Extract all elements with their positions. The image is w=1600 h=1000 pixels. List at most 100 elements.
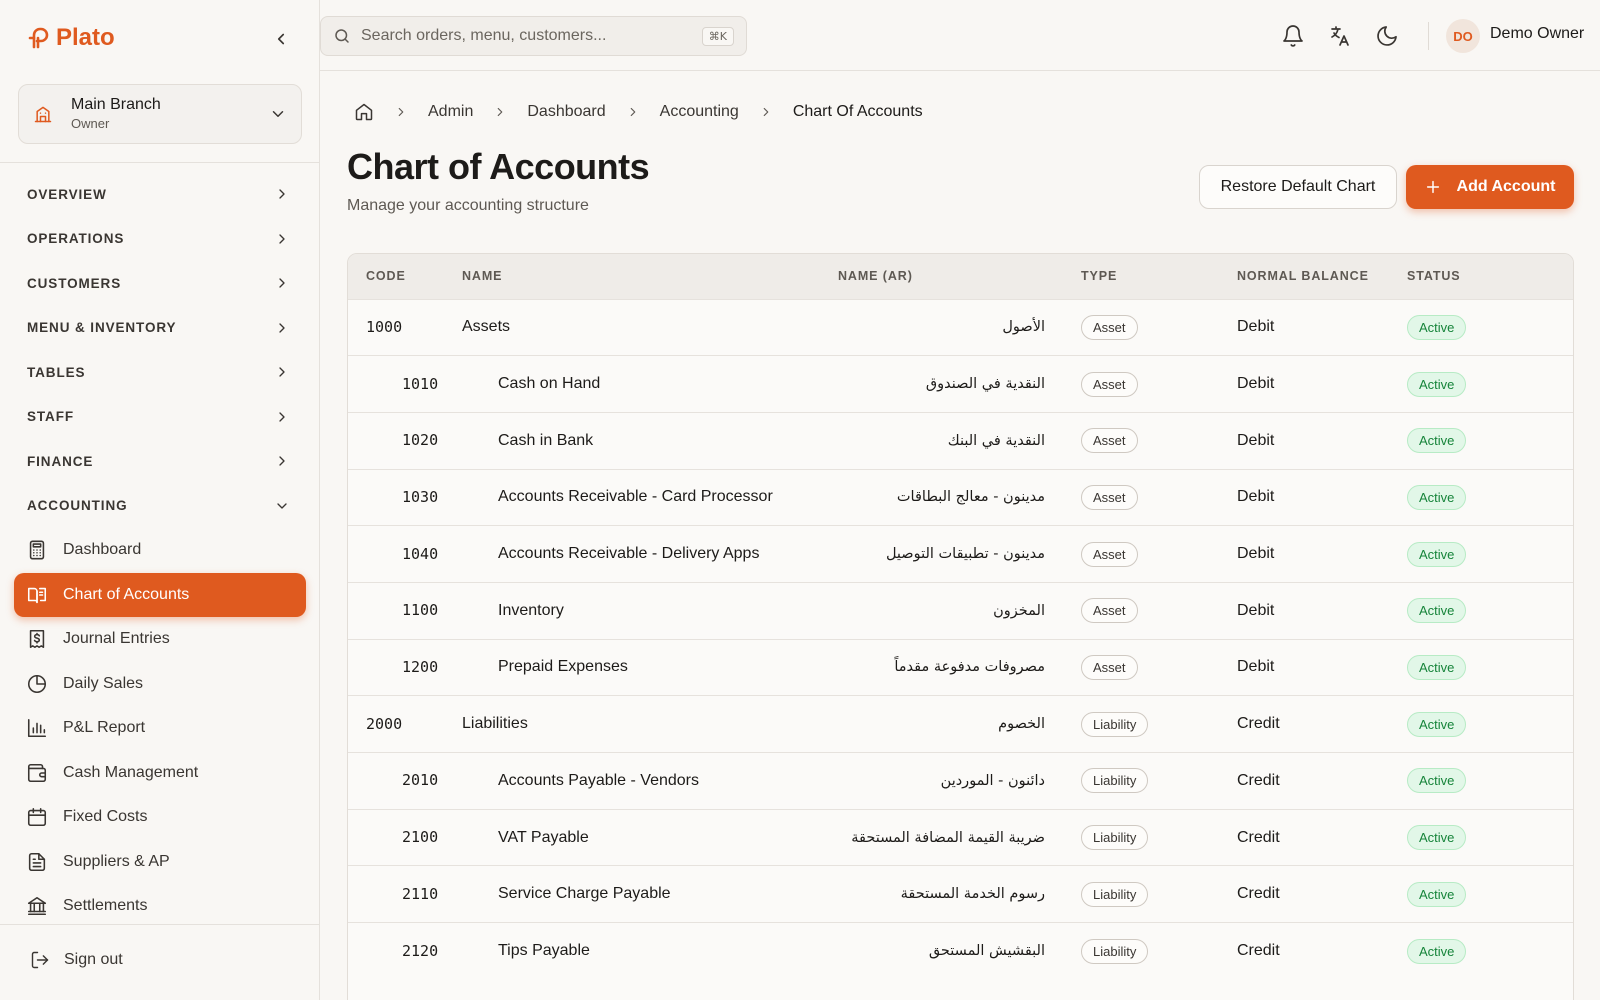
home-icon[interactable]	[354, 102, 374, 122]
nav-group-overview[interactable]: OVERVIEW	[0, 172, 320, 217]
nav-group-label: FINANCE	[27, 453, 94, 469]
nav-group-operations[interactable]: OPERATIONS	[0, 217, 320, 262]
nav-group-label: OPERATIONS	[27, 231, 125, 247]
search-bar[interactable]: ⌘K	[320, 16, 747, 56]
sign-out-label: Sign out	[64, 951, 123, 968]
table-row[interactable]: 2000 Liabilities الخصوم Liability Credit…	[348, 695, 1573, 753]
breadcrumb-link-dashboard[interactable]: Dashboard	[527, 103, 605, 121]
column-header-name[interactable]: NAME	[462, 254, 838, 299]
status-badge: Active	[1407, 654, 1467, 680]
normal-balance: Credit	[1237, 942, 1280, 960]
normal-balance: Debit	[1237, 658, 1275, 676]
nav-group-label: STAFF	[27, 409, 74, 425]
table-row[interactable]: 1040 Accounts Receivable - Delivery Apps…	[348, 525, 1573, 583]
pie-chart-icon	[26, 673, 48, 695]
breadcrumb-link-accounting[interactable]: Accounting	[660, 103, 739, 121]
column-header-status[interactable]: STATUS	[1407, 254, 1573, 299]
moon-icon[interactable]	[1375, 24, 1399, 48]
column-header-normal-balance[interactable]: NORMAL BALANCE	[1237, 254, 1407, 299]
bar-chart-icon	[26, 717, 48, 739]
chevron-right-icon	[279, 189, 285, 199]
sidebar-item-chart-of-accounts[interactable]: Chart of Accounts	[14, 572, 306, 617]
column-header-type[interactable]: TYPE	[1045, 254, 1237, 299]
restore-default-chart-button[interactable]: Restore Default Chart	[1199, 165, 1397, 209]
sidebar-item-settlements[interactable]: Settlements	[0, 884, 320, 929]
nav-group-staff[interactable]: STAFF	[0, 395, 320, 440]
table-row[interactable]: 1200 Prepaid Expenses مصروفات مدفوعة مقد…	[348, 639, 1573, 696]
accounts-table: CODE NAME NAME (AR) TYPE NORMAL BALANCE …	[348, 254, 1573, 979]
chevron-right-icon	[498, 107, 503, 117]
search-icon	[335, 29, 349, 43]
table-row[interactable]: 1020 Cash in Bank النقدية في البنك Asset…	[348, 412, 1573, 469]
user-name[interactable]: Demo Owner	[1490, 25, 1584, 43]
normal-balance: Debit	[1237, 431, 1275, 449]
branch-selector[interactable]: Main Branch Owner	[18, 84, 302, 144]
status-badge: Active	[1407, 598, 1467, 624]
sidebar-item-label: P&L Report	[63, 719, 146, 737]
column-header-code[interactable]: CODE	[348, 254, 462, 299]
status-badge: Active	[1407, 768, 1467, 794]
type-badge: Asset	[1081, 428, 1138, 454]
top-bar: ⌘K DO Demo Owner	[320, 0, 1600, 71]
account-code: 2120	[402, 941, 439, 960]
table-row[interactable]: 2100 VAT Payable ضريبة القيمة المضافة ال…	[348, 809, 1573, 866]
table-row[interactable]: 2010 Accounts Payable - Vendors دائنون -…	[348, 752, 1573, 810]
chevron-right-icon	[279, 367, 285, 377]
table-row[interactable]: 2110 Service Charge Payable رسوم الخدمة …	[348, 865, 1573, 923]
chevron-right-icon	[279, 278, 285, 288]
accounts-table-container: CODE NAME NAME (AR) TYPE NORMAL BALANCE …	[347, 253, 1574, 1000]
collapse-sidebar-button[interactable]	[268, 26, 294, 52]
sidebar-item-pl-report[interactable]: P&L Report	[0, 706, 320, 751]
sidebar-item-label: Chart of Accounts	[63, 585, 190, 603]
bell-icon[interactable]	[1281, 24, 1305, 48]
nav-group-menu-inventory[interactable]: MENU & INVENTORY	[0, 306, 320, 351]
sidebar-item-cash-management[interactable]: Cash Management	[0, 751, 320, 796]
chevron-right-icon	[279, 234, 285, 244]
translate-icon[interactable]	[1328, 24, 1352, 48]
type-badge: Liability	[1081, 881, 1149, 907]
nav-group-finance[interactable]: FINANCE	[0, 439, 320, 484]
sidebar-item-daily-sales[interactable]: Daily Sales	[0, 662, 320, 707]
table-row[interactable]: 2120 Tips Payable البقشيش المستحق Liabil…	[348, 922, 1573, 980]
sidebar-item-journal-entries[interactable]: Journal Entries	[0, 617, 320, 662]
search-input[interactable]	[361, 27, 702, 45]
receipt-dollar-icon	[26, 628, 48, 650]
sidebar-item-fixed-costs[interactable]: Fixed Costs	[0, 795, 320, 840]
status-badge: Active	[1407, 541, 1467, 567]
account-name: Prepaid Expenses	[498, 658, 628, 676]
account-name: Cash in Bank	[498, 431, 594, 449]
table-row[interactable]: 1000 Assets الأصول Asset Debit Active	[348, 299, 1573, 356]
normal-balance: Debit	[1237, 601, 1275, 619]
sidebar-item-dashboard[interactable]: Dashboard	[0, 528, 320, 573]
account-name: Service Charge Payable	[498, 885, 671, 903]
nav-group-label: OVERVIEW	[27, 186, 107, 202]
account-name: Tips Payable	[498, 942, 590, 960]
breadcrumb-link-admin[interactable]: Admin	[428, 103, 473, 121]
account-name-ar: النقدية في البنك	[947, 432, 1045, 449]
sidebar-item-suppliers-ap[interactable]: Suppliers & AP	[0, 840, 320, 885]
column-header-name-ar[interactable]: NAME (AR)	[838, 254, 1045, 299]
chevron-right-icon	[763, 107, 769, 117]
sign-out-button[interactable]: Sign out	[30, 950, 123, 970]
status-badge: Active	[1407, 711, 1467, 737]
avatar[interactable]: DO	[1446, 19, 1480, 53]
breadcrumb-current: Chart Of Accounts	[792, 103, 923, 120]
breadcrumb: Admin Dashboard Accounting Chart Of Acco…	[354, 102, 923, 122]
add-account-button[interactable]: Add Account	[1406, 165, 1574, 209]
table-row[interactable]: 1010 Cash on Hand النقدية في الصندوق Ass…	[348, 355, 1573, 413]
normal-balance: Debit	[1237, 488, 1275, 506]
account-code: 2100	[402, 828, 439, 847]
account-code: 1030	[402, 487, 439, 506]
normal-balance: Debit	[1237, 375, 1275, 393]
account-name-ar: مصروفات مدفوعة مقدماً	[894, 659, 1045, 676]
account-name: Inventory	[498, 601, 564, 619]
nav-group-accounting[interactable]: ACCOUNTING	[0, 484, 320, 529]
sidebar-item-label: Suppliers & AP	[63, 852, 170, 870]
table-row[interactable]: 1100 Inventory المخزون Asset Debit Activ…	[348, 582, 1573, 639]
app-logo[interactable]: Plato	[28, 24, 115, 52]
nav-group-customers[interactable]: CUSTOMERS	[0, 261, 320, 306]
account-code: 2110	[402, 884, 439, 903]
page-title: Chart of Accounts	[347, 146, 650, 187]
table-row[interactable]: 1030 Accounts Receivable - Card Processo…	[348, 469, 1573, 526]
nav-group-tables[interactable]: TABLES	[0, 350, 320, 395]
